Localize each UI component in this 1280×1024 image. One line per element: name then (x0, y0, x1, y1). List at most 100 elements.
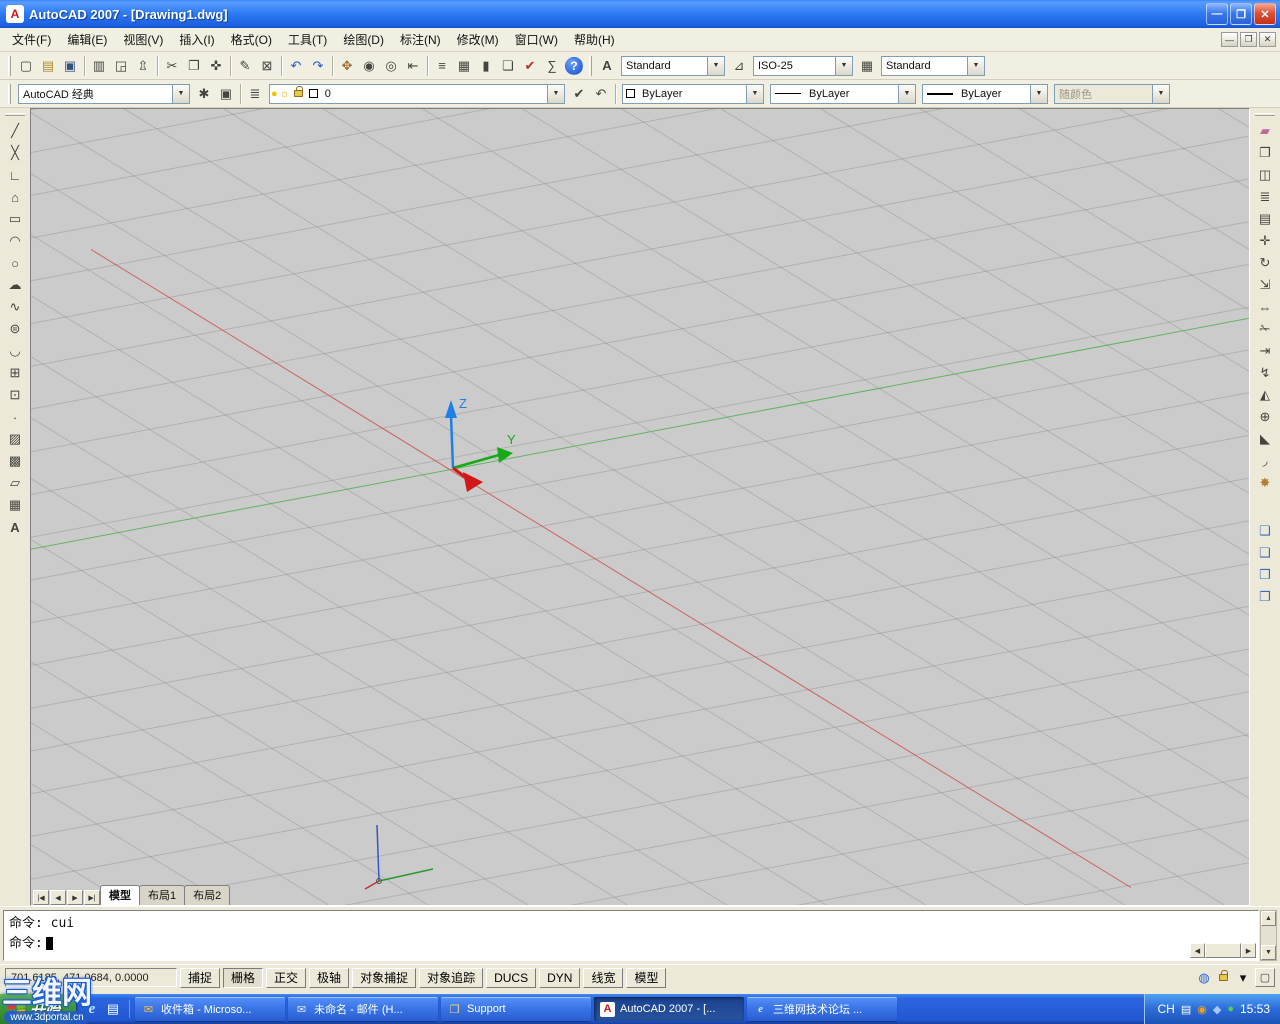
chevron-down-icon[interactable]: ▼ (172, 84, 189, 103)
clean-screen-button[interactable]: ▢ (1255, 968, 1275, 987)
toggle-ortho[interactable]: 正交 (266, 967, 307, 988)
toggle-snap[interactable]: 捕捉 (180, 967, 221, 988)
clock[interactable]: 15:53 (1240, 1002, 1270, 1016)
line-icon[interactable]: ╱ (3, 120, 27, 142)
close-button[interactable]: ✕ (1254, 3, 1276, 25)
tab-prev-button[interactable]: ◀ (50, 890, 66, 905)
chevron-down-icon[interactable]: ▼ (898, 84, 915, 103)
command-window-splitter[interactable] (0, 906, 1280, 909)
document-close-button[interactable]: ✕ (1259, 32, 1276, 47)
break-icon[interactable]: ◭ (1253, 384, 1277, 406)
menu-dimension[interactable]: 标注(N) (392, 28, 449, 51)
show-desktop-icon[interactable]: ▤ (104, 1000, 122, 1018)
toggle-polar[interactable]: 极轴 (309, 967, 350, 988)
menu-window[interactable]: 窗口(W) (507, 28, 566, 51)
layer-previous-icon[interactable]: ↶ (590, 83, 612, 105)
coordinate-display[interactable]: 701.6185, 471.0684, 0.0000 (5, 968, 177, 987)
toggle-otrack[interactable]: 对象追踪 (419, 967, 484, 988)
make-block-icon[interactable]: ⊡ (3, 384, 27, 406)
spline-icon[interactable]: ∿ (3, 296, 27, 318)
ellipse-arc-icon[interactable]: ◡ (3, 340, 27, 362)
layer-properties-manager-icon[interactable]: ≣ (244, 83, 266, 105)
menu-format[interactable]: 格式(O) (223, 28, 280, 51)
paste-icon[interactable]: ✜ (205, 55, 227, 77)
tab-layout1[interactable]: 布局1 (139, 885, 186, 905)
menu-view[interactable]: 视图(V) (115, 28, 171, 51)
scale-icon[interactable]: ⇲ (1253, 274, 1277, 296)
document-restore-button[interactable]: ❐ (1240, 32, 1257, 47)
quick-calc-icon[interactable]: ∑ (541, 55, 563, 77)
tray-app-icon-1[interactable]: ◉ (1197, 1003, 1207, 1016)
task-support-folder[interactable]: ❒ Support (441, 997, 592, 1021)
sheet-set-manager-icon[interactable]: ❏ (497, 55, 519, 77)
minimize-button[interactable]: — (1206, 3, 1228, 25)
chevron-down-icon[interactable]: ▼ (746, 84, 763, 103)
tab-layout2[interactable]: 布局2 (184, 885, 231, 905)
save-icon[interactable]: ▣ (59, 55, 81, 77)
language-indicator[interactable]: CH (1157, 1002, 1174, 1016)
document-minimize-button[interactable]: — (1221, 32, 1238, 47)
trim-icon[interactable]: ✁ (1253, 318, 1277, 340)
qnew-icon[interactable]: ▢ (15, 55, 37, 77)
start-button[interactable]: 开始 (0, 994, 77, 1024)
make-object-layer-current-icon[interactable]: ✔ (568, 83, 590, 105)
help-icon[interactable]: ? (565, 56, 583, 75)
send-to-back-icon[interactable]: ❑ (1253, 542, 1277, 564)
tray-app-icon-2[interactable]: ◆ (1213, 1003, 1221, 1016)
task-untitled-mail[interactable]: ✉ 未命名 - 邮件 (H... (288, 997, 439, 1021)
toggle-dyn[interactable]: DYN (539, 967, 581, 988)
revision-cloud-icon[interactable]: ☁ (3, 274, 27, 296)
arc-icon[interactable]: ◠ (3, 230, 27, 252)
workspace-combo[interactable]: AutoCAD 经典 ▼ (18, 83, 190, 104)
array-icon[interactable]: ▤ (1253, 208, 1277, 230)
copy-object-icon[interactable]: ❐ (1253, 142, 1277, 164)
break-at-point-icon[interactable]: ↯ (1253, 362, 1277, 384)
layer-lock-icon[interactable] (293, 86, 303, 97)
command-text-area[interactable]: 命令: cui 命令: (3, 910, 1259, 961)
menu-modify[interactable]: 修改(M) (449, 28, 507, 51)
bring-to-front-icon[interactable]: ❏ (1253, 520, 1277, 542)
zoom-realtime-icon[interactable]: ◉ (358, 55, 380, 77)
toolbar-grip[interactable] (8, 55, 11, 76)
join-icon[interactable]: ⊕ (1253, 406, 1277, 428)
send-under-objects-icon[interactable]: ❐ (1253, 586, 1277, 608)
toolbar-lock-icon[interactable] (1219, 970, 1228, 981)
linetype-combo[interactable]: ByLayer ▼ (770, 83, 916, 104)
menu-tools[interactable]: 工具(T) (280, 28, 335, 51)
design-center-icon[interactable]: ▦ (453, 55, 475, 77)
pan-icon[interactable]: ✥ (336, 55, 358, 77)
chevron-down-icon[interactable]: ▼ (835, 56, 852, 75)
save-workspace-icon[interactable]: ▣ (215, 83, 237, 105)
toggle-model-space[interactable]: 模型 (626, 967, 667, 988)
tab-model[interactable]: 模型 (100, 885, 140, 905)
scroll-down-icon[interactable]: ▼ (1261, 945, 1276, 960)
zoom-previous-icon[interactable]: ⇤ (402, 55, 424, 77)
toggle-grid[interactable]: 栅格 (223, 967, 264, 988)
cut-icon[interactable]: ✂ (161, 55, 183, 77)
mirror-icon[interactable]: ◫ (1253, 164, 1277, 186)
scroll-up-icon[interactable]: ▲ (1261, 911, 1276, 926)
status-menu-chevron-icon[interactable]: ▾ (1234, 969, 1252, 987)
toolbar-grip[interactable] (589, 55, 592, 76)
fillet-icon[interactable]: ◞ (1253, 450, 1277, 472)
chevron-down-icon[interactable]: ▼ (1030, 84, 1047, 103)
scroll-right-icon[interactable]: ▶ (1241, 943, 1256, 958)
toggle-lineweight[interactable]: 线宽 (583, 967, 624, 988)
layer-freeze-sun-icon[interactable]: ☼ (280, 88, 290, 100)
text-style-icon[interactable]: A (596, 55, 618, 77)
command-horizontal-scrollbar[interactable]: ◀ ▶ (1190, 943, 1256, 958)
dim-style-combo[interactable]: ISO-25 ▼ (753, 55, 853, 76)
copy-icon[interactable]: ❐ (183, 55, 205, 77)
scrollbar-thumb[interactable] (1205, 943, 1241, 958)
zoom-window-icon[interactable]: ◎ (380, 55, 402, 77)
polygon-icon[interactable]: ⌂ (3, 186, 27, 208)
workspace-settings-icon[interactable]: ✱ (193, 83, 215, 105)
tab-first-button[interactable]: |◀ (33, 890, 49, 905)
communication-center-icon[interactable]: ◍ (1195, 969, 1213, 987)
layer-combo[interactable]: ● ☼ 0 ▼ (269, 83, 565, 104)
autocad-app-icon[interactable]: A (6, 5, 24, 23)
rectangle-icon[interactable]: ▭ (3, 208, 27, 230)
task-autocad[interactable]: A AutoCAD 2007 - [... (594, 997, 745, 1021)
region-icon[interactable]: ▱ (3, 472, 27, 494)
chevron-down-icon[interactable]: ▼ (967, 56, 984, 75)
